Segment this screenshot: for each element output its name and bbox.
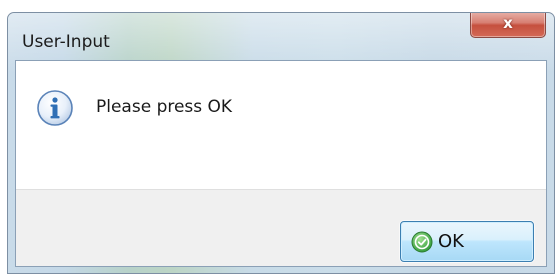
- screen: User-Input x Please press OK OK: [0, 0, 560, 279]
- title-bar[interactable]: User-Input x: [8, 13, 554, 59]
- close-button[interactable]: x: [470, 13, 546, 38]
- message-dialog: User-Input x Please press OK OK: [7, 12, 555, 274]
- check-circle-icon: [411, 231, 433, 253]
- ok-button-label: OK: [438, 231, 464, 252]
- ok-button[interactable]: OK: [400, 221, 534, 262]
- info-icon: [37, 90, 73, 126]
- window-title: User-Input: [22, 32, 110, 52]
- close-icon: x: [503, 14, 513, 33]
- dialog-content: Please press OK OK: [15, 60, 547, 267]
- message-text: Please press OK: [96, 97, 233, 117]
